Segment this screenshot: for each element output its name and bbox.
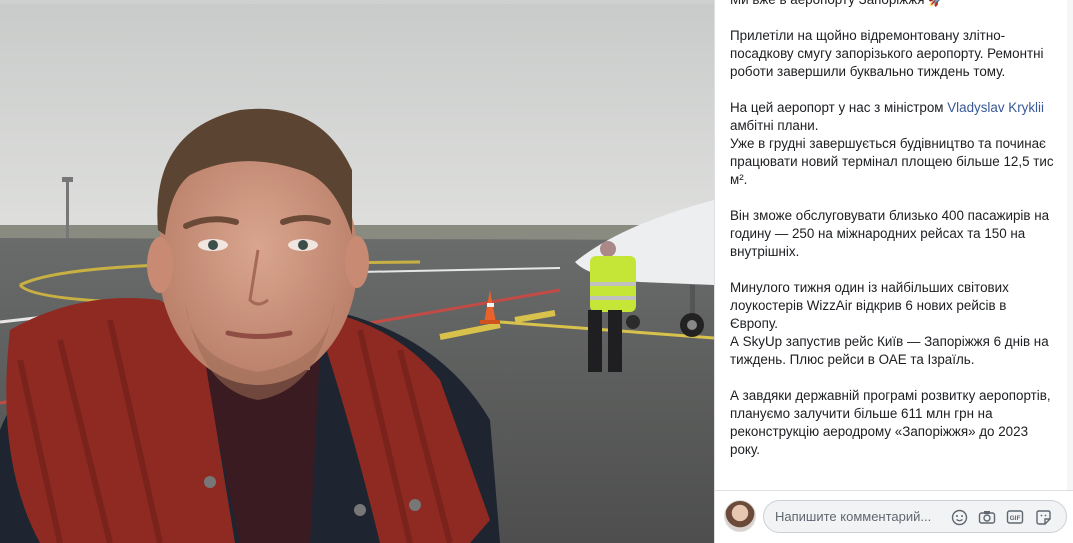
gif-icon[interactable]: GIF (1006, 508, 1024, 526)
avatar[interactable] (724, 500, 756, 532)
post-sidebar: Ми вже в аеропорту Запоріжжя 🚀 Прилетіли… (714, 0, 1073, 543)
comment-input[interactable] (775, 501, 945, 532)
sticker-icon[interactable] (1034, 508, 1052, 526)
post-paragraph: Ми вже в аеропорту Запоріжжя 🚀 (730, 0, 1055, 9)
post-paragraph-mention: На цей аеропорт у нас з міністром Vladys… (730, 99, 1055, 189)
post-paragraph: Прилетіли на щойно відремонтовану злітно… (730, 28, 1044, 79)
post-text: Ми вже в аеропорту Запоріжжя 🚀 Прилетіли… (730, 0, 1055, 459)
scrollbar[interactable] (1067, 0, 1073, 490)
comment-box: GIF (763, 500, 1067, 533)
mention-suffix: амбітні плани. Уже в грудні завершується… (730, 118, 1054, 187)
post-paragraph: Минулого тижня один із найбільших світов… (730, 280, 1049, 367)
airport-selfie-image (0, 4, 714, 543)
mention-link-vladyslav-kryklii[interactable]: Vladyslav Kryklii (947, 100, 1044, 115)
post-photo[interactable] (0, 0, 714, 543)
post-paragraph: Він зможе обслуговувати близько 400 паса… (730, 208, 1050, 259)
emoji-icon[interactable] (950, 508, 968, 526)
post-paragraph: А завдяки державній програмі розвитку ае… (730, 388, 1051, 457)
mention-prefix: На цей аеропорт у нас з міністром (730, 100, 948, 115)
post-text-scroll[interactable]: Ми вже в аеропорту Запоріжжя 🚀 Прилетіли… (715, 0, 1067, 490)
camera-icon[interactable] (978, 508, 996, 526)
svg-text:GIF: GIF (1010, 515, 1021, 522)
comment-bar: GIF (715, 490, 1073, 543)
